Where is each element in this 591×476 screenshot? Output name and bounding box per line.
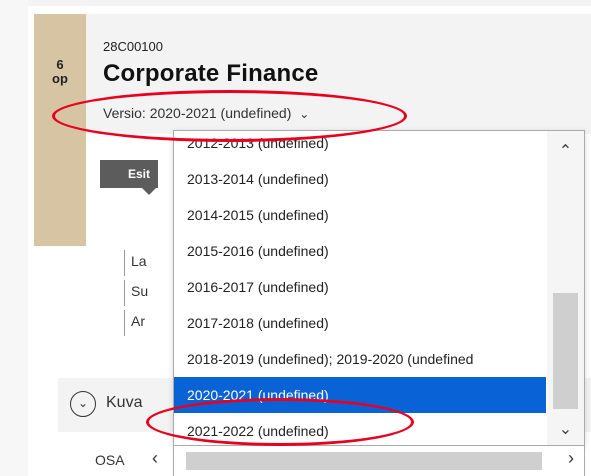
info-row: La [124,250,148,276]
scrollbar-track[interactable] [186,452,542,470]
info-row: Su [124,280,148,306]
version-option[interactable]: 2017-2018 (undefined) [174,305,546,341]
osa-label: OSA [95,452,125,468]
version-option[interactable]: 2012-2013 (undefined) [174,131,546,161]
version-select[interactable]: Versio: 2020-2021 (undefined) ⌄ [103,105,309,121]
credits-badge: 6 op [34,14,86,246]
kuvaus-label: Kuva [106,394,143,411]
version-dropdown[interactable]: 2012-2013 (undefined) 2013-2014 (undefin… [173,130,585,446]
vertical-scrollbar[interactable]: ⌃ ⌄ [547,131,584,445]
chevron-down-icon: ⌄ [299,107,310,121]
info-list: La Su Ar [124,250,148,340]
version-option[interactable]: 2016-2017 (undefined) [174,269,546,305]
scrollbar-thumb[interactable] [553,293,578,409]
version-option[interactable]: 2018-2019 (undefined); 2019-2020 (undefi… [174,341,546,377]
version-option[interactable]: 2013-2014 (undefined) [174,161,546,197]
version-option[interactable]: 2015-2016 (undefined) [174,233,546,269]
version-options: 2012-2013 (undefined) 2013-2014 (undefin… [174,131,546,445]
top-strip [0,0,591,6]
version-label: Versio: 2020-2021 (undefined) [103,105,292,121]
info-row: Ar [124,310,148,336]
tab-esittely[interactable]: Esit [100,160,158,195]
chevron-right-icon[interactable]: › [568,448,574,469]
page: 6 op 28C00100 Corporate Finance Versio: … [0,0,591,476]
chevron-down-icon[interactable]: ⌄ [547,419,584,439]
chevron-left-icon[interactable]: ‹ [152,448,158,469]
course-code: 28C00100 [103,39,163,54]
version-option-selected[interactable]: 2020-2021 (undefined) [174,377,546,413]
credits-unit: op [52,71,68,86]
chevron-up-icon[interactable]: ⌃ [547,141,584,161]
horizontal-scrollbar[interactable]: ‹ › [152,446,585,476]
version-option[interactable]: 2014-2015 (undefined) [174,197,546,233]
left-background [0,0,28,476]
course-title: Corporate Finance [103,60,319,87]
chevron-circle-icon[interactable]: ⌄ [70,391,96,417]
version-option[interactable]: 2021-2022 (undefined) [174,413,546,445]
credits-value: 6 [56,57,64,72]
